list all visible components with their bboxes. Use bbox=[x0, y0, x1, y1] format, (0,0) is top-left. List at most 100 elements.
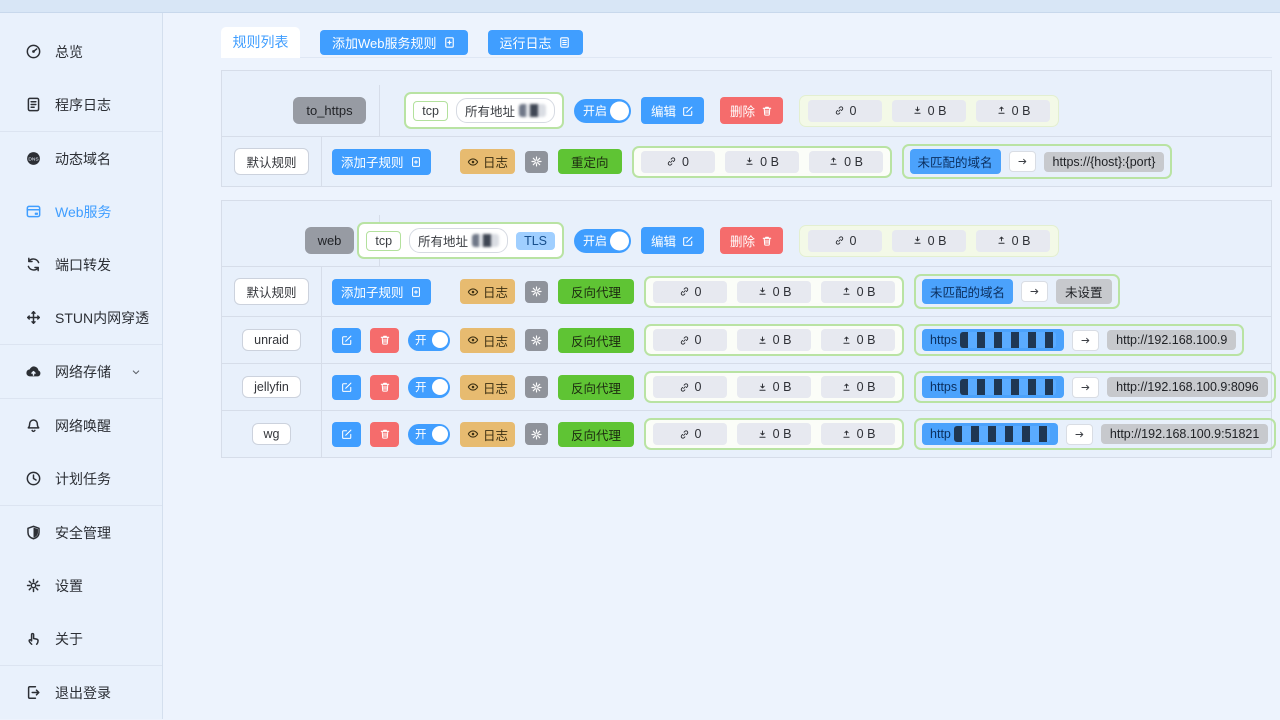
run-log-button[interactable]: 运行日志 bbox=[488, 30, 583, 55]
add-web-rule-label: 添加Web服务规则 bbox=[332, 33, 437, 52]
delete-button[interactable] bbox=[370, 422, 399, 447]
sidebar-item-stun[interactable]: STUN内网穿透 bbox=[0, 291, 162, 344]
route-to-badge: http://192.168.100.9 bbox=[1107, 330, 1236, 350]
log-badge[interactable]: 日志 bbox=[460, 375, 515, 400]
sidebar-item-security[interactable]: 安全管理 bbox=[0, 506, 162, 559]
rule-action-badge: 反向代理 bbox=[558, 279, 634, 304]
listen-config-box[interactable]: tcp 所有地址 bbox=[404, 92, 564, 129]
sidebar-item-label: 关于 bbox=[55, 629, 83, 649]
sidebar-item-label: 端口转发 bbox=[55, 255, 111, 275]
log-badge[interactable]: 日志 bbox=[460, 149, 515, 174]
upload-icon bbox=[841, 429, 852, 440]
edit-icon bbox=[341, 334, 353, 346]
listen-cell: tcp 所有地址 bbox=[390, 92, 564, 129]
log-badge[interactable]: 日志 bbox=[460, 279, 515, 304]
log-badge[interactable]: 日志 bbox=[460, 328, 515, 353]
route-arrow bbox=[1072, 377, 1099, 398]
connections-stat: 0 bbox=[653, 376, 727, 398]
edit-button[interactable] bbox=[332, 375, 361, 400]
route-arrow bbox=[1009, 151, 1036, 172]
file-plus-icon bbox=[443, 36, 456, 49]
delete-button[interactable]: 删除 bbox=[720, 97, 783, 124]
download-icon bbox=[744, 156, 755, 167]
listen-address-tag: 所有地址 bbox=[409, 228, 508, 253]
rule-row-content: 开 日志 反向代理 0 0 B 0 B https bbox=[322, 364, 1271, 410]
delete-button[interactable] bbox=[370, 328, 399, 353]
sidebar-item-settings[interactable]: 设置 bbox=[0, 559, 162, 612]
route-arrow bbox=[1066, 424, 1093, 445]
rule-settings-badge[interactable] bbox=[525, 329, 548, 351]
route-mapping: http http://192.168.100.9:51821 bbox=[914, 418, 1276, 450]
tls-badge: TLS bbox=[516, 232, 555, 250]
eye-icon bbox=[467, 428, 479, 440]
rule-name-tag: 默认规则 bbox=[234, 278, 308, 305]
listen-address-label: 所有地址 bbox=[418, 231, 468, 250]
enable-toggle[interactable]: 开启 bbox=[574, 99, 631, 123]
route-from-badge: https bbox=[922, 329, 1064, 351]
sidebar-item-port-forward[interactable]: 端口转发 bbox=[0, 238, 162, 291]
upload-icon bbox=[996, 105, 1007, 116]
add-sub-rule-button[interactable]: 添加子规则 bbox=[332, 149, 431, 175]
sidebar-item-scheduled-tasks[interactable]: 计划任务 bbox=[0, 452, 162, 505]
download-icon bbox=[757, 429, 768, 440]
rule-settings-badge[interactable] bbox=[525, 151, 548, 173]
rule-row-content: 添加子规则 日志 重定向 0 0 B 0 B 未匹配的域名 bbox=[322, 137, 1271, 186]
rule-row-content: 开 日志 反向代理 0 0 B 0 B http bbox=[322, 411, 1271, 457]
rule-default-sub-row: 默认规则 添加子规则 日志 重定向 0 0 B 0 B bbox=[222, 136, 1271, 186]
document-icon bbox=[558, 36, 571, 49]
edit-button[interactable]: 编辑 bbox=[641, 97, 704, 124]
sidebar-item-wake-on-lan[interactable]: 网络唤醒 bbox=[0, 399, 162, 452]
edit-button[interactable]: 编辑 bbox=[641, 227, 704, 254]
enable-toggle[interactable]: 开 bbox=[408, 377, 450, 398]
trash-icon bbox=[761, 235, 773, 247]
security-shield-icon bbox=[25, 524, 42, 541]
connections-stat: 0 bbox=[653, 423, 727, 445]
redacted-domain bbox=[960, 379, 1056, 395]
edit-button[interactable] bbox=[332, 422, 361, 447]
rule-main-row: web tcp 所有地址 TLS 开启 编辑 bbox=[222, 201, 1271, 266]
download-stat: 0 B bbox=[725, 151, 799, 173]
sidebar-item-web-service[interactable]: Web服务 bbox=[0, 185, 162, 238]
rule-main-row: to_https tcp 所有地址 开启 编辑 bbox=[222, 71, 1271, 136]
download-icon bbox=[912, 235, 923, 246]
listen-config-box[interactable]: tcp 所有地址 TLS bbox=[357, 222, 564, 259]
rule-settings-badge[interactable] bbox=[525, 376, 548, 398]
edit-button[interactable] bbox=[332, 328, 361, 353]
log-badge[interactable]: 日志 bbox=[460, 422, 515, 447]
enable-toggle[interactable]: 开启 bbox=[574, 229, 631, 253]
delete-button[interactable]: 删除 bbox=[720, 227, 783, 254]
sidebar-item-program-log[interactable]: 程序日志 bbox=[0, 78, 162, 131]
delete-button[interactable] bbox=[370, 375, 399, 400]
sidebar-item-about[interactable]: 关于 bbox=[0, 612, 162, 665]
add-web-rule-button[interactable]: 添加Web服务规则 bbox=[320, 30, 468, 55]
add-sub-rule-button[interactable]: 添加子规则 bbox=[332, 279, 431, 305]
upload-stat: 0 B bbox=[821, 376, 895, 398]
sidebar-item-dynamic-dns[interactable]: 动态域名 bbox=[0, 132, 162, 185]
gear-icon bbox=[530, 428, 543, 441]
sidebar-item-label: 计划任务 bbox=[55, 469, 111, 489]
enable-toggle[interactable]: 开 bbox=[408, 424, 450, 445]
connections-stat: 0 bbox=[808, 100, 882, 122]
sidebar-item-overview[interactable]: 总览 bbox=[0, 25, 162, 78]
download-stat: 0 B bbox=[892, 230, 966, 252]
row-controls: 添加子规则 bbox=[332, 279, 450, 305]
download-icon bbox=[912, 105, 923, 116]
sidebar-item-label: 网络存储 bbox=[55, 362, 111, 382]
rule-settings-badge[interactable] bbox=[525, 281, 548, 303]
run-log-label: 运行日志 bbox=[500, 33, 552, 52]
rule-settings-badge[interactable] bbox=[525, 423, 548, 445]
route-mapping: https http://192.168.100.9:8096 bbox=[914, 371, 1276, 403]
enable-toggle[interactable]: 开 bbox=[408, 330, 450, 351]
listen-cell: tcp 所有地址 TLS bbox=[390, 222, 564, 259]
upload-stat: 0 B bbox=[976, 100, 1050, 122]
connections-stat: 0 bbox=[808, 230, 882, 252]
tab-rule-list[interactable]: 规则列表 bbox=[221, 27, 300, 58]
eye-icon bbox=[467, 156, 479, 168]
gear-icon bbox=[530, 334, 543, 347]
sidebar-item-logout[interactable]: 退出登录 bbox=[0, 666, 162, 719]
app-layout: 总览 程序日志 动态域名 Web服务 端口转发 STUN内网穿透 网络存储 网络… bbox=[0, 13, 1280, 719]
gear-icon bbox=[530, 155, 543, 168]
sidebar-item-network-storage[interactable]: 网络存储 bbox=[0, 345, 162, 398]
redacted-domain bbox=[954, 426, 1050, 442]
enable-toggle-label: 开启 bbox=[583, 232, 607, 249]
